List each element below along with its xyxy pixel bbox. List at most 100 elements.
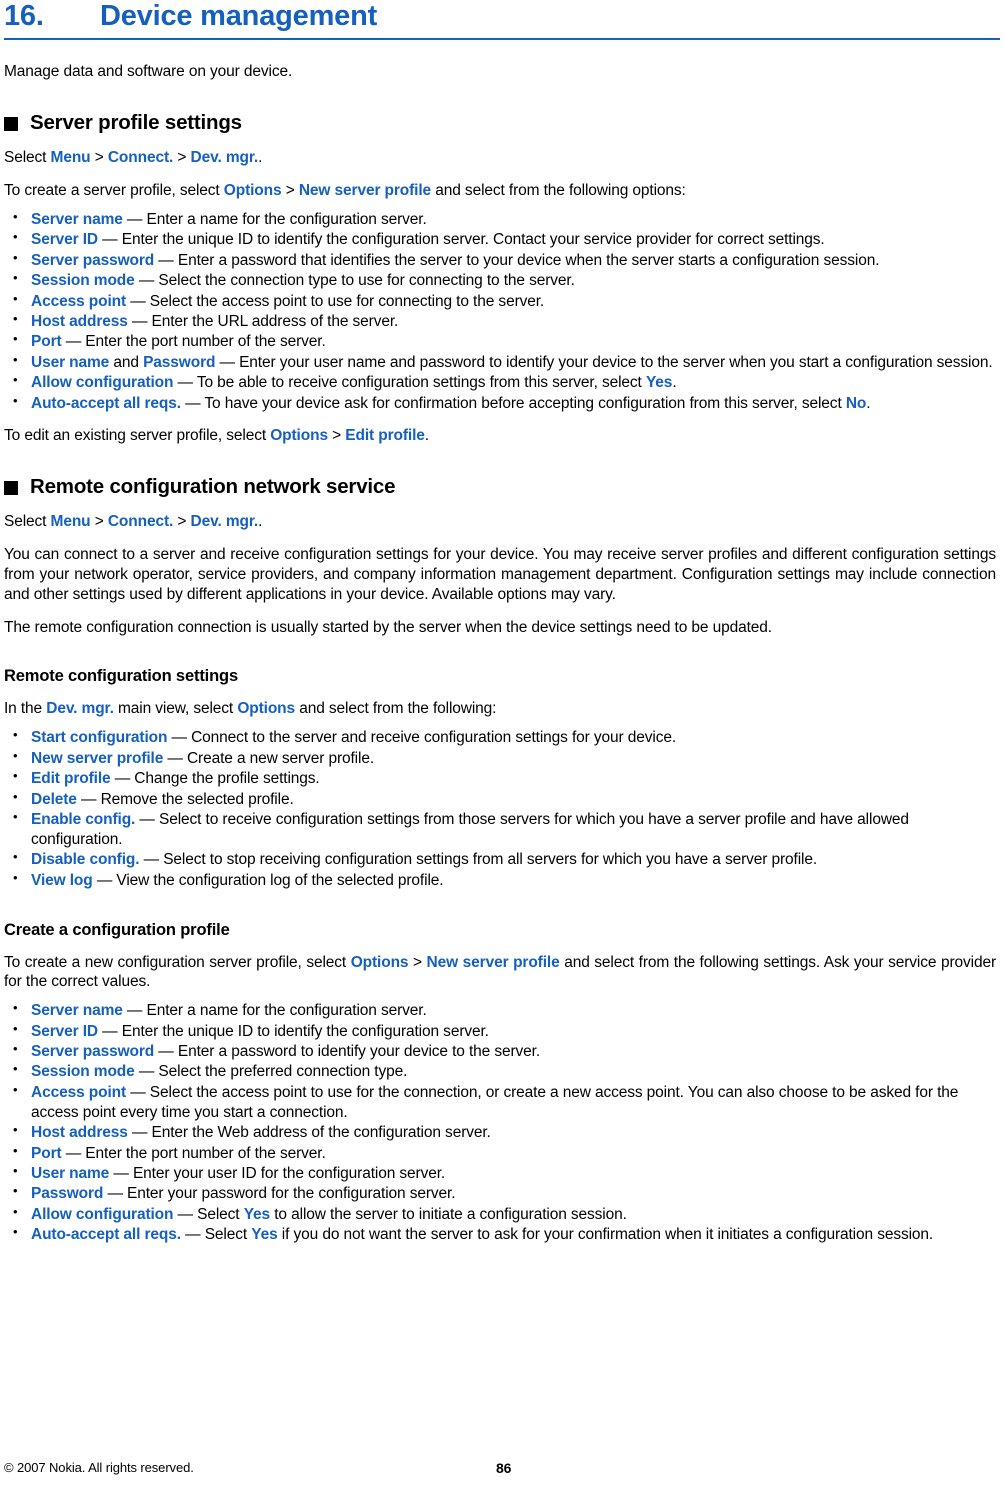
- ui-term-server-name[interactable]: Server name: [31, 1002, 123, 1019]
- list-item-desc: — Enter the unique ID to identify the co…: [98, 231, 825, 249]
- section-heading-label: Remote configuration network service: [30, 475, 396, 499]
- ui-term-dev-mgr[interactable]: Dev. mgr.: [191, 513, 259, 530]
- section-heading-remote-configuration-network-service: Remote configuration network service: [4, 475, 996, 499]
- closing-after: .: [424, 427, 429, 445]
- list-item-desc: — Connect to the server and receive conf…: [167, 729, 677, 747]
- ui-term-server-name[interactable]: Server name: [31, 211, 123, 228]
- list-item-desc: — Select the preferred connection type.: [134, 1063, 408, 1081]
- ui-term-password[interactable]: Password: [31, 1185, 103, 1202]
- list-item: Host address — Enter the URL address of …: [4, 311, 996, 332]
- list-item-tail: .: [866, 394, 871, 412]
- list-item-desc: — View the configuration log of the sele…: [92, 871, 444, 889]
- ui-term-dev-mgr[interactable]: Dev. mgr.: [46, 700, 114, 717]
- ui-term-host-address[interactable]: Host address: [31, 313, 128, 330]
- list-item: View log — View the configuration log of…: [4, 870, 996, 891]
- ui-term-session-mode[interactable]: Session mode: [31, 272, 135, 289]
- ui-term-delete[interactable]: Delete: [31, 791, 77, 808]
- ui-term-auto-accept-all-reqs[interactable]: Auto-accept all reqs.: [31, 395, 181, 412]
- list-item-desc: — Enter the port number of the server.: [61, 1144, 326, 1162]
- ui-term-access-point[interactable]: Access point: [31, 1084, 126, 1101]
- ui-term-start-configuration[interactable]: Start configuration: [31, 729, 167, 746]
- ui-term-enable-config[interactable]: Enable config.: [31, 811, 135, 828]
- chapter-number: 16.: [4, 0, 44, 32]
- list-item: Server name — Enter a name for the confi…: [4, 209, 996, 230]
- list-item: Port — Enter the port number of the serv…: [4, 331, 996, 352]
- ui-term-options[interactable]: Options: [224, 182, 282, 199]
- lead-in-dev-mgr-main-view: In the Dev. mgr. main view, select Optio…: [4, 699, 996, 719]
- ui-term-menu[interactable]: Menu: [51, 149, 91, 166]
- ui-term-server-id[interactable]: Server ID: [31, 1023, 98, 1040]
- ui-term-menu[interactable]: Menu: [51, 513, 91, 530]
- ui-term-password[interactable]: Password: [143, 354, 215, 371]
- header-divider: [4, 38, 1000, 41]
- list-item: Start configuration — Connect to the ser…: [4, 727, 996, 748]
- list-item: Access point — Select the access point t…: [4, 291, 996, 312]
- ui-term-allow-configuration[interactable]: Allow configuration: [31, 1206, 173, 1223]
- ui-term-new-server-profile[interactable]: New server profile: [31, 750, 163, 767]
- lead-in-create-configuration-profile: To create a new configuration server pro…: [4, 953, 996, 993]
- list-item-desc: — Enter your user name and password to i…: [215, 353, 993, 371]
- ui-term-view-log[interactable]: View log: [31, 872, 93, 889]
- select-path-line-1: Select Menu > Connect. > Dev. mgr..: [4, 149, 263, 167]
- list-item-desc: — Enter a password to identify your devi…: [154, 1043, 541, 1060]
- section-heading-server-profile-settings: Server profile settings: [4, 111, 996, 135]
- list-item: Allow configuration — To be able to rece…: [4, 372, 996, 393]
- list-item: New server profile — Create a new server…: [4, 748, 996, 769]
- intro-paragraph: Manage data and software on your device.: [4, 63, 293, 81]
- list-item: Server password — Enter a password to id…: [4, 1041, 996, 1062]
- ui-term-auto-accept-all-reqs[interactable]: Auto-accept all reqs.: [31, 1226, 181, 1243]
- ui-term-edit-profile[interactable]: Edit profile: [345, 427, 425, 444]
- lead-in-before: In the: [4, 700, 47, 718]
- ui-term-server-id[interactable]: Server ID: [31, 231, 98, 248]
- list-item: User name — Enter your user ID for the c…: [4, 1163, 996, 1184]
- ui-term-dev-mgr[interactable]: Dev. mgr.: [191, 149, 259, 166]
- list-item-desc: — Enter the Web address of the configura…: [127, 1124, 491, 1142]
- ui-term-new-server-profile[interactable]: New server profile: [427, 954, 560, 971]
- ui-term-port[interactable]: Port: [31, 1145, 62, 1162]
- page-footer: © 2007 Nokia. All rights reserved. 86: [4, 1460, 996, 1478]
- select-lead: Select: [4, 513, 51, 531]
- ui-term-edit-profile[interactable]: Edit profile: [31, 770, 111, 787]
- bullet-list-create-configuration-profile: Server name — Enter a name for the confi…: [4, 1000, 996, 1245]
- list-item-desc: — Select to stop receiving configuration…: [139, 851, 818, 869]
- ui-term-user-name[interactable]: User name: [31, 1165, 109, 1182]
- ui-term-disable-config[interactable]: Disable config.: [31, 851, 140, 868]
- lead-in-before: To create a new configuration server pro…: [4, 953, 351, 971]
- remote-config-connection-paragraph: The remote configuration connection is u…: [4, 618, 772, 636]
- ui-term-server-password[interactable]: Server password: [31, 1043, 154, 1060]
- ui-term-port[interactable]: Port: [31, 333, 62, 350]
- list-item-desc: — To have your device ask for confirmati…: [180, 394, 846, 412]
- list-item-tail: .: [672, 374, 677, 392]
- list-item: Enable config. — Select to receive confi…: [4, 809, 996, 850]
- ui-term-host-address[interactable]: Host address: [31, 1124, 128, 1141]
- chapter-header: 16. Device management: [4, 0, 996, 32]
- list-item-conjunction: and: [109, 353, 144, 371]
- select-trail: .: [258, 149, 263, 167]
- list-item-desc: — Enter the URL address of the server.: [127, 312, 399, 330]
- closing-before: To edit an existing server profile, sele…: [4, 427, 271, 445]
- ui-term-options[interactable]: Options: [237, 700, 295, 717]
- ui-term-user-name[interactable]: User name: [31, 354, 109, 371]
- lead-in-separator: >: [281, 182, 299, 200]
- ui-term-session-mode[interactable]: Session mode: [31, 1063, 135, 1080]
- ui-term-server-password[interactable]: Server password: [31, 252, 154, 269]
- ui-term-connect[interactable]: Connect.: [108, 513, 173, 530]
- ui-term-no[interactable]: No: [846, 395, 867, 412]
- ui-term-allow-configuration[interactable]: Allow configuration: [31, 374, 173, 391]
- ui-term-options[interactable]: Options: [270, 427, 328, 444]
- list-item: Edit profile — Change the profile settin…: [4, 768, 996, 789]
- ui-term-access-point[interactable]: Access point: [31, 293, 126, 310]
- list-item-desc: — Enter your password for the configurat…: [103, 1185, 456, 1203]
- ui-term-yes[interactable]: Yes: [646, 374, 672, 391]
- ui-term-new-server-profile[interactable]: New server profile: [299, 182, 431, 199]
- list-item-desc: — Select the access point to use for the…: [31, 1083, 959, 1121]
- list-item: Host address — Enter the Web address of …: [4, 1122, 996, 1143]
- ui-term-options[interactable]: Options: [351, 954, 409, 971]
- ui-term-yes[interactable]: Yes: [251, 1226, 277, 1243]
- list-item-desc: — Enter your user ID for the configurati…: [109, 1164, 446, 1182]
- ui-term-connect[interactable]: Connect.: [108, 149, 173, 166]
- list-item: Delete — Remove the selected profile.: [4, 789, 996, 810]
- list-item: Disable config. — Select to stop receivi…: [4, 849, 996, 870]
- ui-term-yes[interactable]: Yes: [244, 1206, 270, 1223]
- list-item: Session mode — Select the preferred conn…: [4, 1061, 996, 1082]
